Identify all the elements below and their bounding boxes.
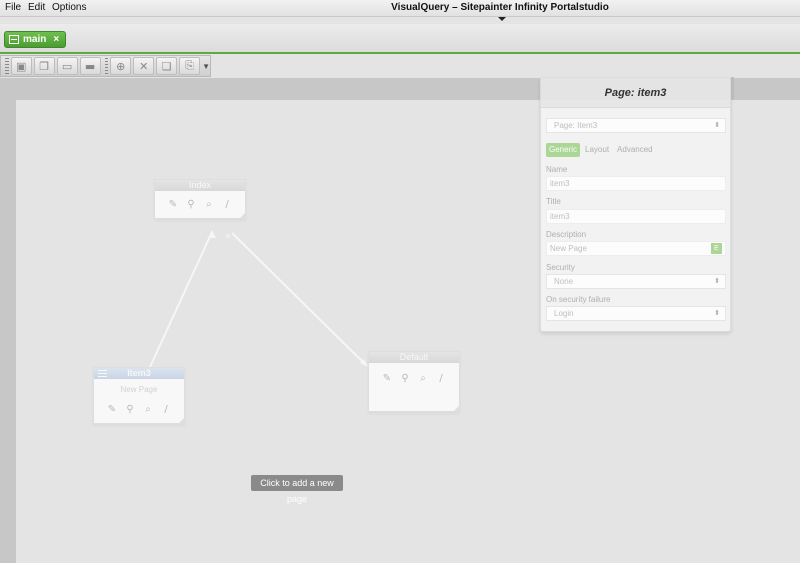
page-add-icon: ▣ <box>16 59 27 73</box>
toolbar-grip[interactable] <box>5 58 9 74</box>
page-copy-icon: ❐ <box>39 59 50 73</box>
delete-button[interactable]: ✕ <box>133 57 155 75</box>
copy-page-button[interactable]: ❐ <box>33 57 55 75</box>
panel-title: Page: item3 <box>541 78 730 108</box>
pen-icon[interactable]: / <box>436 373 446 384</box>
link-icon[interactable]: ⚲ <box>400 373 410 384</box>
add-page-hint[interactable]: Click to add a new page <box>251 475 343 504</box>
search-icon[interactable]: ⌕ <box>418 373 428 384</box>
tab-advanced[interactable]: Advanced <box>614 143 656 157</box>
toolbar: ▣ ❐ ▭ ▬ ⊕ ✕ ❏ ⎘ ▼ <box>0 55 211 77</box>
page-select[interactable]: Page: Item3 ⬍ <box>546 118 726 133</box>
description-field[interactable]: New Page E <box>546 241 726 256</box>
tab-bar: main × <box>0 24 800 54</box>
paste-button[interactable]: ⎘ <box>179 57 201 75</box>
tab-main-label: main <box>23 34 47 45</box>
description-value: New Page <box>550 244 587 253</box>
tab-close-icon[interactable]: × <box>53 34 59 45</box>
name-field[interactable]: item3 <box>546 176 726 191</box>
panel-tabs: Generic Layout Advanced <box>546 143 656 157</box>
paste-icon: ⎘ <box>185 59 194 72</box>
link-icon[interactable]: ⚲ <box>125 404 135 415</box>
properties-panel: Page: item3 Page: Item3 ⬍ Generic Layout… <box>540 77 731 332</box>
node-fold <box>240 213 245 218</box>
select-arrows-icon: ⬍ <box>714 310 720 317</box>
edit-icon[interactable]: ✎ <box>382 373 392 384</box>
align-icon: ▭ <box>61 59 73 73</box>
node-title: Default <box>369 352 459 363</box>
security-select[interactable]: None ⬍ <box>546 274 726 289</box>
edit-icon[interactable]: ✎ <box>168 199 178 210</box>
failure-value: Login <box>554 309 574 318</box>
add-page-button[interactable]: ▣ <box>10 57 32 75</box>
title-field[interactable]: item3 <box>546 209 726 224</box>
search-icon[interactable]: ⌕ <box>143 404 153 415</box>
window-title: VisualQuery – Sitepainter Infinity Porta… <box>391 2 609 13</box>
node-title: Index <box>155 180 245 191</box>
menu-icon[interactable] <box>98 370 107 377</box>
node-header: Item3 <box>94 368 184 379</box>
page-node-default[interactable]: Default ✎ ⚲ ⌕ / <box>368 351 460 412</box>
edit-icon[interactable]: ✎ <box>107 404 117 415</box>
name-value: item3 <box>550 179 570 188</box>
title-dropdown-icon[interactable] <box>498 17 506 21</box>
query-icon <box>9 35 19 44</box>
node-subtitle: New Page <box>120 385 158 394</box>
node-fold <box>454 406 459 411</box>
tab-generic[interactable]: Generic <box>546 143 581 157</box>
zoom-in-button[interactable]: ⊕ <box>110 57 132 75</box>
security-value: None <box>554 277 574 286</box>
select-arrows-icon: ⬍ <box>714 278 720 285</box>
title-value: item3 <box>550 212 570 221</box>
failure-label: On security failure <box>546 295 611 304</box>
select-arrows-icon: ⬍ <box>714 122 720 129</box>
pen-icon[interactable]: / <box>222 199 232 210</box>
zoom-in-icon: ⊕ <box>116 59 126 73</box>
pen-icon[interactable]: / <box>161 404 171 415</box>
security-label: Security <box>546 263 575 272</box>
title-label: Title <box>546 197 561 206</box>
expression-button[interactable]: E <box>711 243 722 254</box>
node-title: Item3 <box>127 368 151 378</box>
menu-bar: File Edit Options VisualQuery – Sitepain… <box>0 0 800 17</box>
layout-button[interactable]: ▬ <box>79 57 101 75</box>
toolbar-overflow-icon[interactable]: ▼ <box>202 57 210 75</box>
toolbar-grip[interactable] <box>104 58 109 74</box>
delete-icon: ✕ <box>139 59 149 73</box>
copy-button[interactable]: ❏ <box>156 57 178 75</box>
node-fold <box>179 418 184 423</box>
panel-resize-handle[interactable] <box>731 77 734 99</box>
description-label: Description <box>546 230 587 239</box>
page-node-item3[interactable]: Item3 New Page ✎ ⚲ ⌕ / <box>93 367 185 424</box>
failure-select[interactable]: Login ⬍ <box>546 306 726 321</box>
page-node-index[interactable]: Index ✎ ⚲ ⌕ / <box>154 179 246 219</box>
tab-layout[interactable]: Layout <box>582 143 612 157</box>
tab-main[interactable]: main × <box>4 31 67 48</box>
link-icon[interactable]: ⚲ <box>186 199 196 210</box>
align-button[interactable]: ▭ <box>56 57 78 75</box>
copy-icon: ❏ <box>161 59 172 73</box>
name-label: Name <box>546 165 568 174</box>
search-icon[interactable]: ⌕ <box>204 199 214 210</box>
page-select-value: Page: Item3 <box>554 121 598 130</box>
layout-icon: ▬ <box>84 59 96 73</box>
